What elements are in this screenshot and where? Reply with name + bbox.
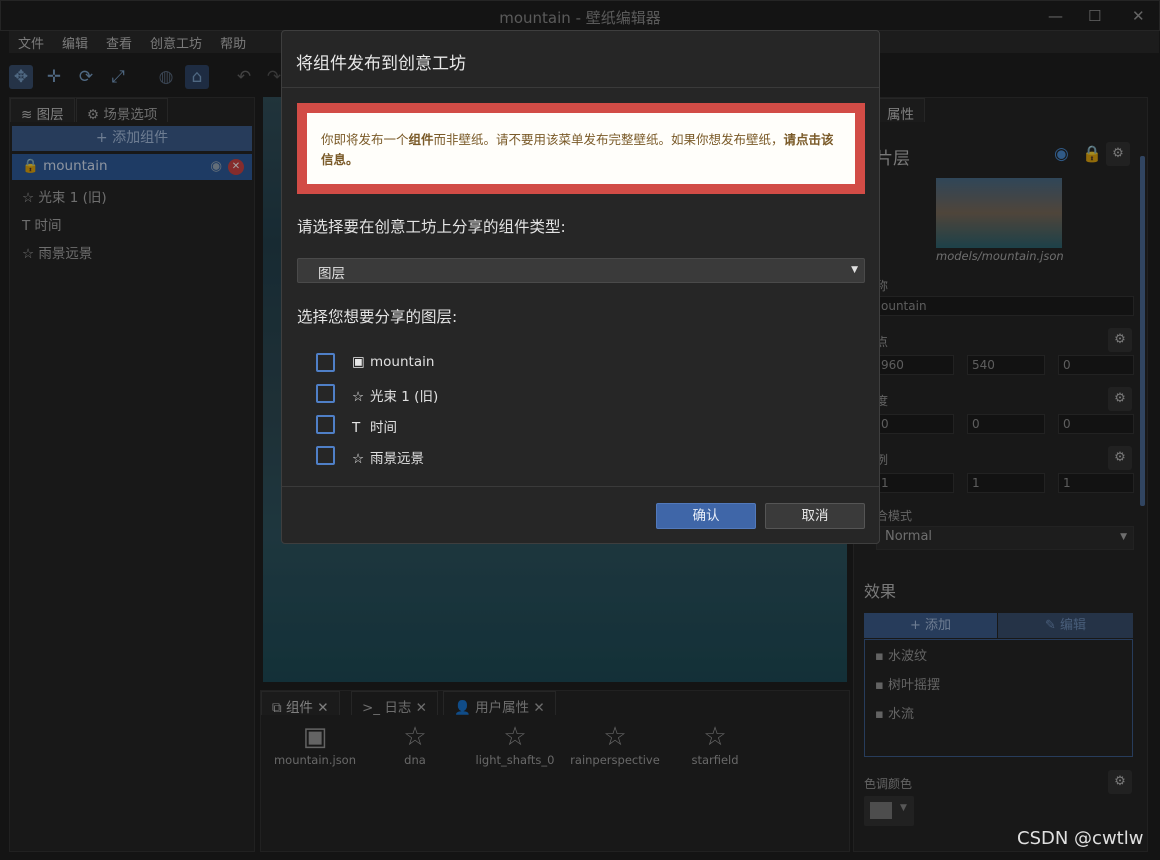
divider — [282, 486, 879, 487]
star-icon: ☆ — [352, 389, 365, 405]
warning-box[interactable]: 你即将发布一个组件而非壁纸。请不要用该菜单发布完整壁纸。如果你想发布壁纸，请点击… — [297, 103, 865, 194]
layer-checkbox-mountain[interactable] — [316, 353, 335, 372]
layer-option: ☆ 光束 1 (旧) — [352, 385, 438, 405]
component-type-value: 图层 — [318, 266, 345, 282]
chevron-down-icon: ▼ — [851, 265, 858, 275]
layer-option-label: 光束 1 (旧) — [370, 389, 439, 405]
divider — [282, 87, 879, 88]
layer-option: ☆ 雨景远景 — [352, 447, 424, 467]
component-type-select[interactable]: 图层 ▼ — [297, 258, 865, 283]
layer-option: ▣ mountain — [352, 354, 434, 370]
layer-option: T 时间 — [352, 416, 397, 436]
layer-option-label: 时间 — [370, 420, 397, 436]
layer-option-label: mountain — [370, 354, 435, 370]
watermark: CSDN @cwtlw — [1017, 828, 1144, 849]
warning-text: 你即将发布一个组件而非壁纸。请不要用该菜单发布完整壁纸。如果你想发布壁纸，请点击… — [307, 113, 855, 184]
layer-question: 选择您想要分享的图层: — [297, 308, 458, 326]
confirm-button[interactable]: 确认 — [656, 503, 756, 529]
star-icon: ☆ — [352, 451, 365, 467]
warning-part: 而非壁纸。请不要用该菜单发布完整壁纸。如果你想发布壁纸， — [433, 132, 784, 147]
image-icon: ▣ — [352, 354, 365, 370]
text-icon: T — [352, 420, 361, 436]
layer-checkbox-lightshaft[interactable] — [316, 384, 335, 403]
layer-checkbox-time[interactable] — [316, 415, 335, 434]
cancel-button[interactable]: 取消 — [765, 503, 865, 529]
publish-dialog: 将组件发布到创意工坊 你即将发布一个组件而非壁纸。请不要用该菜单发布完整壁纸。如… — [281, 30, 880, 544]
warning-part: 你即将发布一个 — [321, 132, 409, 147]
dialog-title: 将组件发布到创意工坊 — [296, 54, 466, 74]
warning-part: 。 — [346, 152, 359, 167]
warning-bold: 组件 — [408, 132, 434, 147]
layer-checkbox-rain[interactable] — [316, 446, 335, 465]
layer-option-label: 雨景远景 — [370, 451, 424, 467]
component-type-question: 请选择要在创意工坊上分享的组件类型: — [297, 218, 566, 236]
